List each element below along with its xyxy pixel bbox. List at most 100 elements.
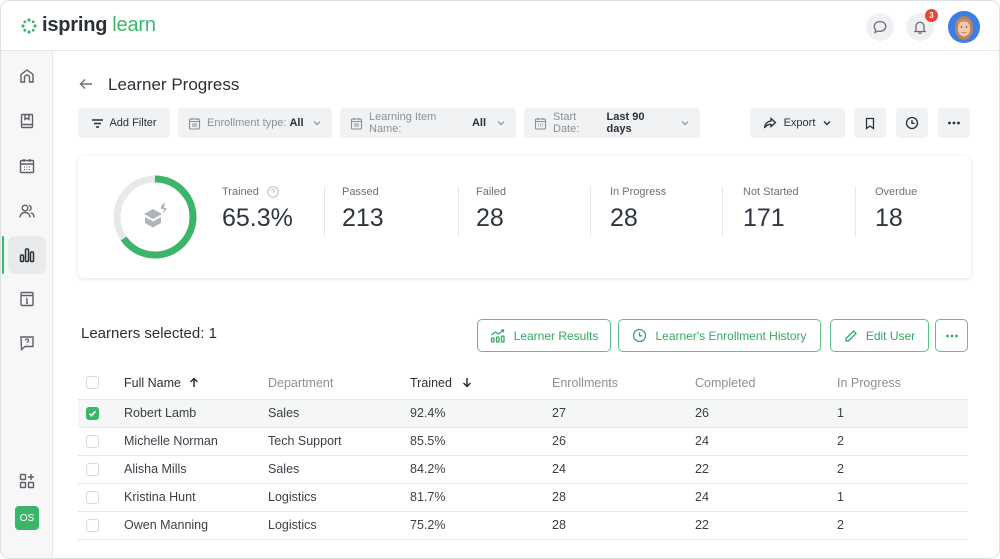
row-select-cell bbox=[78, 483, 124, 512]
bookmark-button[interactable] bbox=[854, 108, 886, 138]
info-board-icon bbox=[20, 291, 34, 307]
row-checkbox[interactable] bbox=[86, 462, 99, 476]
export-button[interactable]: Export bbox=[750, 108, 845, 138]
app-window: ispring learn 3 OS Learner Progress Add … bbox=[0, 0, 1000, 559]
cell-enrollments: 26 bbox=[552, 427, 695, 456]
column-header-in-progress[interactable]: In Progress bbox=[837, 367, 968, 400]
row-checkbox[interactable] bbox=[86, 434, 99, 448]
cell-department: Sales bbox=[268, 455, 410, 484]
more-options-button[interactable] bbox=[938, 108, 970, 138]
home-icon bbox=[20, 69, 34, 83]
more-actions-button[interactable] bbox=[935, 319, 968, 352]
enrollment-type-filter[interactable]: Enrollment type: All bbox=[178, 108, 332, 138]
cell-in-progress: 2 bbox=[837, 511, 968, 540]
select-all-checkbox[interactable] bbox=[86, 376, 99, 390]
calendar-icon bbox=[534, 117, 547, 130]
enrollment-history-button[interactable]: Learner's Enrollment History bbox=[618, 319, 821, 352]
active-nav-indicator bbox=[2, 236, 4, 274]
table-row[interactable]: Robert Lamb Sales 92.4% 27 26 1 bbox=[78, 399, 968, 428]
cell-full-name: Robert Lamb bbox=[124, 399, 268, 428]
edit-user-button[interactable]: Edit User bbox=[830, 319, 929, 352]
enrollment-history-label: Learner's Enrollment History bbox=[655, 328, 807, 343]
help-circle-icon[interactable] bbox=[267, 186, 279, 198]
table-row[interactable]: Michelle Norman Tech Support 85.5% 26 24 2 bbox=[78, 427, 968, 456]
table-header-row: Full Name Department Trained Enrollments… bbox=[78, 367, 968, 400]
clock-icon bbox=[633, 328, 647, 343]
sidebar-item-help[interactable] bbox=[8, 324, 46, 362]
cell-full-name: Michelle Norman bbox=[124, 427, 268, 456]
learners-table: Full Name Department Trained Enrollments… bbox=[78, 367, 968, 540]
bar-chart-icon bbox=[19, 248, 35, 263]
messages-button[interactable] bbox=[866, 13, 894, 41]
cell-trained: 84.2% bbox=[410, 455, 552, 484]
row-checkbox[interactable] bbox=[86, 406, 99, 420]
cell-trained: 75.2% bbox=[410, 511, 552, 540]
row-checkbox[interactable] bbox=[86, 518, 99, 532]
bell-icon bbox=[913, 21, 927, 35]
cell-trained: 85.5% bbox=[410, 427, 552, 456]
row-select-cell bbox=[78, 399, 124, 428]
divider bbox=[722, 186, 723, 236]
stat-overdue-value: 18 bbox=[875, 204, 903, 232]
start-date-label: Start Date: bbox=[553, 111, 580, 135]
learning-item-filter[interactable]: Learning Item Name: All bbox=[340, 108, 516, 138]
column-header-department[interactable]: Department bbox=[268, 367, 410, 400]
learners-selected-label: Learners selected: 1 bbox=[81, 325, 217, 342]
select-all-cell bbox=[78, 367, 124, 400]
notifications-button[interactable]: 3 bbox=[906, 9, 938, 41]
stat-passed: Passed 213 bbox=[342, 186, 384, 233]
back-button[interactable] bbox=[78, 76, 94, 97]
sidebar-item-users[interactable] bbox=[8, 192, 46, 230]
users-icon bbox=[19, 204, 35, 218]
book-icon bbox=[20, 113, 34, 129]
stat-passed-value: 213 bbox=[342, 204, 384, 232]
cell-trained: 81.7% bbox=[410, 483, 552, 512]
stat-overdue: Overdue 18 bbox=[875, 186, 917, 233]
add-apps-icon bbox=[19, 473, 35, 489]
cell-enrollments: 27 bbox=[552, 399, 695, 428]
stat-in-progress: In Progress 28 bbox=[610, 186, 666, 233]
logo[interactable]: ispring learn bbox=[21, 14, 156, 37]
column-header-completed[interactable]: Completed bbox=[695, 367, 837, 400]
calendar-icon bbox=[19, 159, 35, 174]
stat-failed-label: Failed bbox=[476, 186, 506, 198]
cell-completed: 22 bbox=[695, 455, 837, 484]
cell-department: Sales bbox=[268, 399, 410, 428]
learner-results-button[interactable]: Learner Results bbox=[477, 319, 611, 352]
cell-enrollments: 28 bbox=[552, 511, 695, 540]
sidebar-item-courses[interactable] bbox=[8, 102, 46, 140]
start-date-value: Last 90 days bbox=[606, 111, 645, 135]
cell-department: Tech Support bbox=[268, 427, 410, 456]
cell-in-progress: 2 bbox=[837, 455, 968, 484]
chevron-down-icon bbox=[681, 121, 689, 126]
history-button[interactable] bbox=[896, 108, 928, 138]
logo-text-ispring: ispring bbox=[42, 14, 108, 36]
workspace-badge[interactable]: OS bbox=[15, 506, 39, 530]
divider bbox=[855, 186, 856, 236]
help-chat-icon bbox=[20, 336, 34, 351]
table-row[interactable]: Alisha Mills Sales 84.2% 24 22 2 bbox=[78, 455, 968, 484]
table-row[interactable]: Owen Manning Logistics 75.2% 28 22 2 bbox=[78, 511, 968, 540]
sidebar-item-calendar[interactable] bbox=[8, 147, 46, 185]
avatar-photo bbox=[948, 11, 980, 43]
column-header-full-name[interactable]: Full Name bbox=[124, 367, 268, 400]
sidebar-item-reports[interactable] bbox=[8, 236, 46, 274]
row-checkbox[interactable] bbox=[86, 490, 99, 504]
column-header-enrollments[interactable]: Enrollments bbox=[552, 367, 695, 400]
start-date-filter[interactable]: Start Date: Last 90 days bbox=[524, 108, 700, 138]
sidebar-item-home[interactable] bbox=[8, 57, 46, 95]
column-header-trained[interactable]: Trained bbox=[410, 367, 552, 400]
page-title: Learner Progress bbox=[108, 75, 240, 94]
stat-trained-value: 65.3% bbox=[222, 204, 293, 232]
stat-passed-label: Passed bbox=[342, 186, 379, 198]
add-filter-button[interactable]: Add Filter bbox=[78, 108, 170, 138]
row-select-cell bbox=[78, 427, 124, 456]
table-row[interactable]: Kristina Hunt Logistics 81.7% 28 24 1 bbox=[78, 483, 968, 512]
chevron-down-icon bbox=[823, 121, 831, 126]
stat-overdue-label: Overdue bbox=[875, 186, 918, 198]
arrow-down-icon bbox=[463, 377, 472, 388]
sidebar-item-apps[interactable] bbox=[8, 462, 46, 500]
sidebar-item-info[interactable] bbox=[8, 280, 46, 318]
calendar-icon bbox=[188, 117, 201, 130]
user-avatar[interactable] bbox=[948, 11, 980, 43]
